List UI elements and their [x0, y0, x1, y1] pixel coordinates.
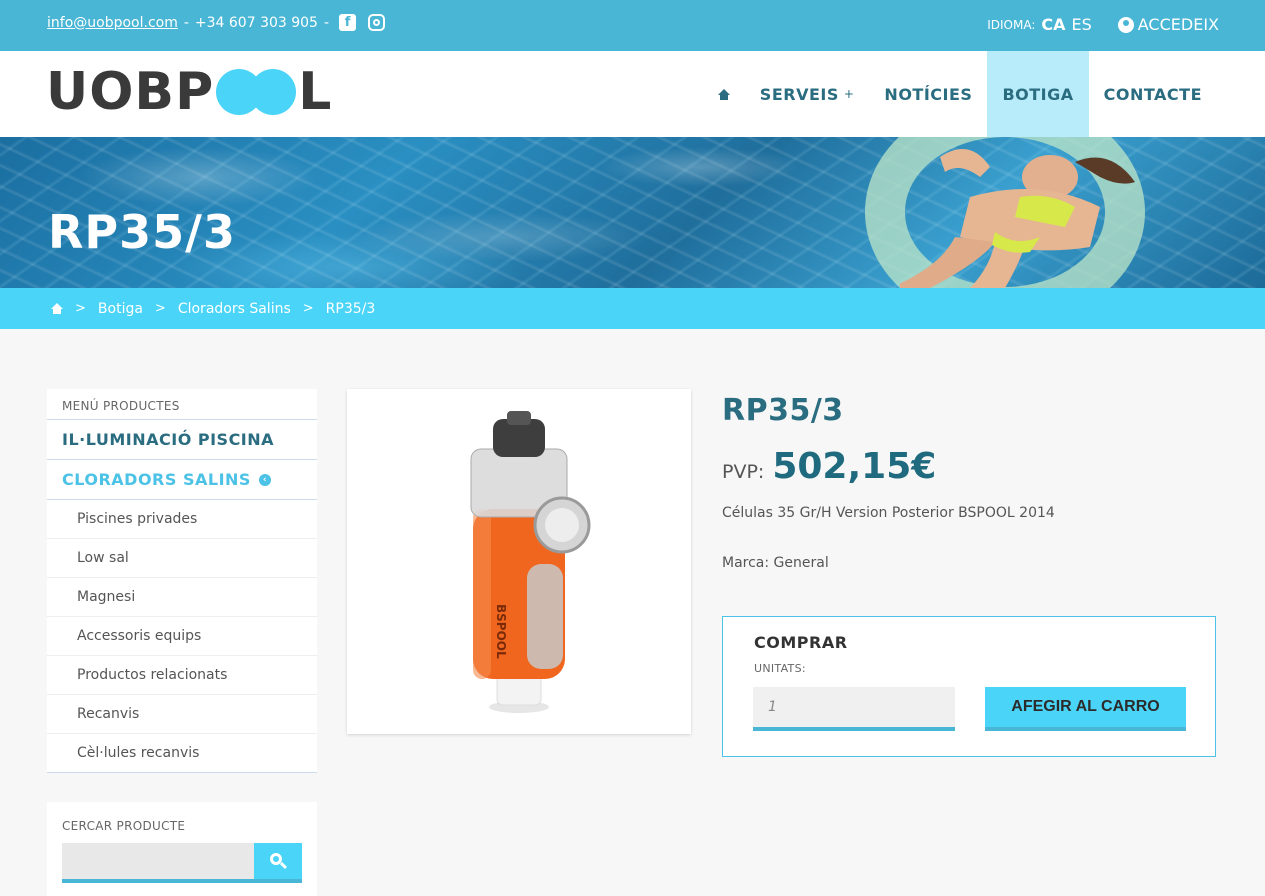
product-menu-heading: MENÚ PRODUCTES — [47, 389, 317, 420]
language-label: IDIOMA: — [987, 17, 1036, 32]
email-link[interactable]: info@uobpool.com — [47, 15, 178, 31]
add-to-cart-button[interactable]: AFEGIR AL CARRO — [985, 687, 1186, 731]
language-ca[interactable]: CA — [1041, 15, 1065, 34]
breadcrumb-cloradors[interactable]: Cloradors Salins — [178, 301, 291, 317]
logo-text: L — [298, 62, 333, 122]
purchase-title: COMPRAR — [754, 633, 848, 652]
nav-label: BOTIGA — [1002, 84, 1074, 104]
logo-text: UOBP — [46, 62, 215, 122]
search-input[interactable] — [62, 843, 254, 883]
main-nav: SERVEIS + NOTÍCIES BOTIGA CONTACTE — [703, 51, 1217, 137]
breadcrumb-separator: > — [75, 301, 86, 316]
home-icon[interactable] — [51, 303, 63, 314]
subcategory-piscines-privades[interactable]: Piscines privades — [47, 500, 317, 539]
swimmer-image — [900, 149, 1135, 288]
top-bar: info@uobpool.com - +34 607 303 905 - f I… — [0, 0, 1265, 51]
product-label-text: BSPOOL — [494, 604, 508, 659]
nav-botiga[interactable]: BOTIGA — [987, 51, 1089, 137]
category-illuminacio[interactable]: IL·LUMINACIÓ PISCINA — [47, 420, 317, 460]
price-value: 502,15€ — [772, 446, 937, 487]
product-info: RP35/3 PVP: 502,15€ Células 35 Gr/H Vers… — [722, 389, 1216, 757]
product-name: RP35/3 — [722, 393, 844, 428]
subcategory-low-sal[interactable]: Low sal — [47, 539, 317, 578]
site-header: UOBP L SERVEIS + NOTÍCIES BOTIGA CONTACT… — [0, 51, 1265, 137]
price-label: PVP: — [722, 461, 765, 483]
salt-chlorinator-cell-image: BSPOOL — [470, 411, 591, 713]
nav-label: CONTACTE — [1103, 84, 1202, 104]
site-logo[interactable]: UOBP L — [46, 62, 332, 122]
breadcrumb-botiga[interactable]: Botiga — [98, 301, 143, 317]
product-menu: MENÚ PRODUCTES IL·LUMINACIÓ PISCINA CLOR… — [47, 389, 317, 773]
page-title: RP35/3 — [48, 205, 236, 259]
facebook-icon[interactable]: f — [339, 14, 357, 31]
search-label: CERCAR PRODUCTE — [62, 819, 186, 833]
home-icon — [717, 88, 730, 100]
topbar-right: IDIOMA: CA ES ACCEDEIX — [987, 15, 1219, 34]
login-link[interactable]: ACCEDEIX — [1117, 15, 1219, 34]
plus-icon: + — [843, 87, 855, 101]
category-label: CLORADORS SALINS — [62, 470, 251, 489]
breadcrumb-separator: > — [302, 301, 314, 316]
subcategory-accessoris-equips[interactable]: Accessoris equips — [47, 617, 317, 656]
nav-noticies[interactable]: NOTÍCIES — [869, 51, 987, 137]
nav-contacte[interactable]: CONTACTE — [1089, 51, 1217, 137]
purchase-box: COMPRAR UNITATS: AFEGIR AL CARRO — [722, 616, 1216, 757]
nav-serveis[interactable]: SERVEIS + — [745, 51, 870, 137]
breadcrumb-current: RP35/3 — [325, 300, 376, 317]
login-label: ACCEDEIX — [1137, 15, 1219, 34]
subcategory-cellules-recanvis[interactable]: Cèl·lules recanvis — [47, 734, 317, 773]
category-cloradors-salins[interactable]: CLORADORS SALINS ‹ — [47, 460, 317, 500]
hero-banner: RP35/3 — [0, 137, 1265, 288]
units-label: UNITATS: — [754, 662, 806, 675]
language-es[interactable]: ES — [1072, 15, 1092, 34]
logo-oo-mark — [216, 68, 297, 116]
instagram-icon[interactable] — [368, 14, 386, 31]
product-search: CERCAR PRODUCTE — [47, 802, 317, 896]
product-image[interactable]: BSPOOL — [347, 389, 691, 734]
product-description: Células 35 Gr/H Version Posterior BSPOOL… — [722, 505, 1055, 521]
nav-label: NOTÍCIES — [884, 84, 973, 104]
subcategory-magnesi[interactable]: Magnesi — [47, 578, 317, 617]
search-icon — [269, 852, 287, 870]
user-circle-icon — [1117, 16, 1134, 33]
product-price: PVP: 502,15€ — [722, 446, 1216, 487]
subcategory-productos-relacionats[interactable]: Productos relacionats — [47, 656, 317, 695]
breadcrumb-separator: > — [154, 301, 166, 316]
quantity-input[interactable] — [753, 687, 955, 731]
chevron-left-icon: ‹ — [258, 473, 271, 486]
subcategory-recanvis[interactable]: Recanvis — [47, 695, 317, 734]
search-button[interactable] — [254, 843, 302, 883]
breadcrumb: > Botiga > Cloradors Salins > RP35/3 — [0, 288, 1265, 329]
product-brand: Marca: General — [722, 555, 829, 571]
nav-label: SERVEIS — [759, 84, 839, 104]
nav-home[interactable] — [703, 51, 745, 137]
separator: - — [183, 14, 189, 31]
contact-info: info@uobpool.com - +34 607 303 905 - f — [47, 14, 386, 31]
separator: - — [323, 14, 330, 31]
phone-number[interactable]: +34 607 303 905 — [195, 15, 318, 31]
language-switcher: IDIOMA: CA ES — [987, 15, 1092, 34]
